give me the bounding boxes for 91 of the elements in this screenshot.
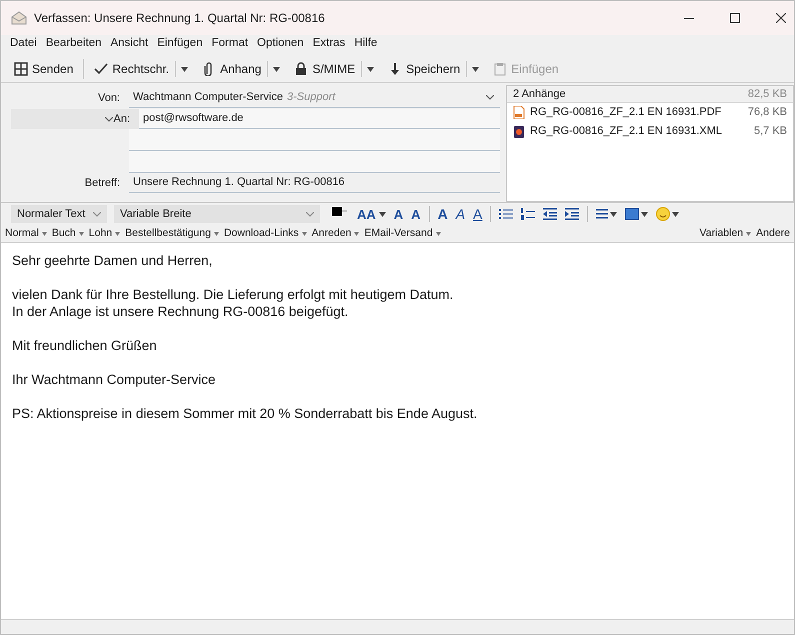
caret-icon <box>302 232 307 236</box>
paragraph-dropdown[interactable]: Normaler Text <box>11 205 107 223</box>
toolbar-button[interactable]: Speichern <box>385 58 464 80</box>
align-button[interactable] <box>594 208 620 220</box>
smiley-icon <box>656 207 670 221</box>
field-label: Von: <box>98 90 120 106</box>
chevron-down-icon <box>105 116 114 122</box>
emoji-button[interactable] <box>654 207 682 221</box>
template-menu[interactable]: Anreden <box>312 226 360 242</box>
body-paragraph: Ihr Wachtmann Computer-Service <box>12 371 217 388</box>
menu-item[interactable]: Datei <box>10 35 37 53</box>
chevron-down-icon <box>486 95 494 100</box>
template-menu[interactable]: Normal <box>5 226 47 242</box>
menu-item[interactable]: Hilfe <box>354 35 378 53</box>
menu-item[interactable]: Einfügen <box>157 35 203 53</box>
template-menu[interactable]: Variablen <box>700 226 752 242</box>
numbers-button[interactable] <box>519 208 538 220</box>
menu-item[interactable]: Optionen <box>257 35 304 53</box>
template-menu[interactable]: Andere <box>756 226 790 242</box>
caret-icon <box>436 232 441 236</box>
caret-icon <box>214 232 219 236</box>
bullet-list-icon <box>499 208 514 220</box>
check-icon <box>94 62 108 76</box>
chevron-down-icon <box>306 212 314 216</box>
body-paragraph: Sehr geehrte Damen und Herren, <box>12 252 214 269</box>
caret-icon <box>354 232 360 236</box>
field-label: An: <box>113 112 130 127</box>
toolbar-button[interactable]: Rechtschr. <box>91 58 172 80</box>
caret-icon <box>641 212 648 216</box>
template-menu[interactable]: Lohn <box>88 226 120 242</box>
lock-icon <box>294 62 308 76</box>
window-title: Verfassen: Unsere Rechnung 1. Quartal Nr: RG-00816 <box>34 10 325 27</box>
toolbar-button[interactable]: S/MIME <box>291 58 358 80</box>
caret-icon <box>472 66 480 72</box>
caret-icon <box>746 232 752 236</box>
caret-icon <box>78 232 84 236</box>
toolbar-button[interactable]: Anhang <box>199 58 264 80</box>
send-icon <box>14 62 28 76</box>
caret-icon <box>610 212 618 216</box>
italic-button[interactable]: A <box>454 207 468 221</box>
numbered-list-icon <box>521 208 536 220</box>
envelope-icon <box>11 11 27 25</box>
caret-icon <box>115 232 120 236</box>
template-menu[interactable]: Download-Links <box>224 226 307 242</box>
body-paragraph: PS: Aktionspreise in diesem Sommer mit 20 % Sonderrabatt bis Ende August. <box>12 405 478 422</box>
menu-item[interactable]: Ansicht <box>110 35 148 53</box>
attachment-item[interactable]: RG_RG-00816_ZF_2.1 EN 16931.PDF 76,8 KB <box>507 103 793 122</box>
close-icon <box>776 13 786 23</box>
template-menu[interactable]: Bestellbestätigung <box>125 226 219 242</box>
recipient-field[interactable]: post@rwsoftware.de <box>139 109 500 129</box>
attachment-count: 2 Anhänge <box>513 86 566 102</box>
pdf-file-icon <box>513 106 525 119</box>
outdent-button[interactable] <box>541 208 560 220</box>
caret-icon <box>367 66 374 72</box>
caret-icon <box>378 212 386 216</box>
menu-item[interactable]: Bearbeiten <box>46 35 102 53</box>
caret-icon <box>42 232 47 236</box>
body-paragraph: Mit freundlichen Grüßen <box>12 337 158 354</box>
outdent-icon <box>543 208 558 220</box>
caret-icon <box>672 212 680 216</box>
attachment-item[interactable]: RG_RG-00816_ZF_2.1 EN 16931.XML 5,7 KB <box>507 122 793 141</box>
font-size-button[interactable]: A <box>392 208 406 220</box>
image-button[interactable] <box>623 208 650 220</box>
xml-file-icon <box>513 125 525 138</box>
font-dropdown[interactable]: Variable Breite <box>114 205 320 223</box>
font-size-button[interactable]: AA <box>355 208 388 220</box>
indent-button[interactable] <box>563 208 582 220</box>
template-menu[interactable]: EMail-Versand <box>364 226 441 242</box>
sender-dropdown[interactable]: Wachtmann Computer-Service 3-Support <box>129 88 500 108</box>
field-label: Betreff: <box>84 176 120 191</box>
menu-item[interactable]: Format <box>212 35 248 53</box>
align-icon <box>596 208 608 220</box>
template-menu[interactable]: Buch <box>52 226 84 242</box>
underline-button[interactable]: A <box>471 207 484 221</box>
font-size-button[interactable]: A <box>409 208 423 220</box>
indent-icon <box>565 208 580 220</box>
body-paragraph: vielen Dank für Ihre Bestellung. Die Lieferung erfolgt mit heutigem Datum. In der Anlage ist unsere Rechnung RG-00816 beigefügt. <box>12 286 454 320</box>
image-icon <box>625 208 640 220</box>
subject-field[interactable]: Unsere Rechnung 1. Quartal Nr: RG-00816 <box>129 173 500 193</box>
toolbar-button[interactable]: Senden <box>11 58 76 80</box>
recipient-field[interactable] <box>129 129 500 151</box>
menu-item[interactable]: Extras <box>312 35 346 53</box>
attachment-size: 82,5 KB <box>748 86 787 102</box>
caret-icon <box>273 66 280 72</box>
caret-icon <box>181 66 188 72</box>
clipboard-icon <box>493 62 508 76</box>
chevron-down-icon <box>93 212 101 216</box>
bullets-button[interactable] <box>497 208 516 220</box>
maximize-icon <box>730 13 740 23</box>
recipient-field[interactable] <box>129 151 500 173</box>
bold-button[interactable]: A <box>436 207 450 221</box>
